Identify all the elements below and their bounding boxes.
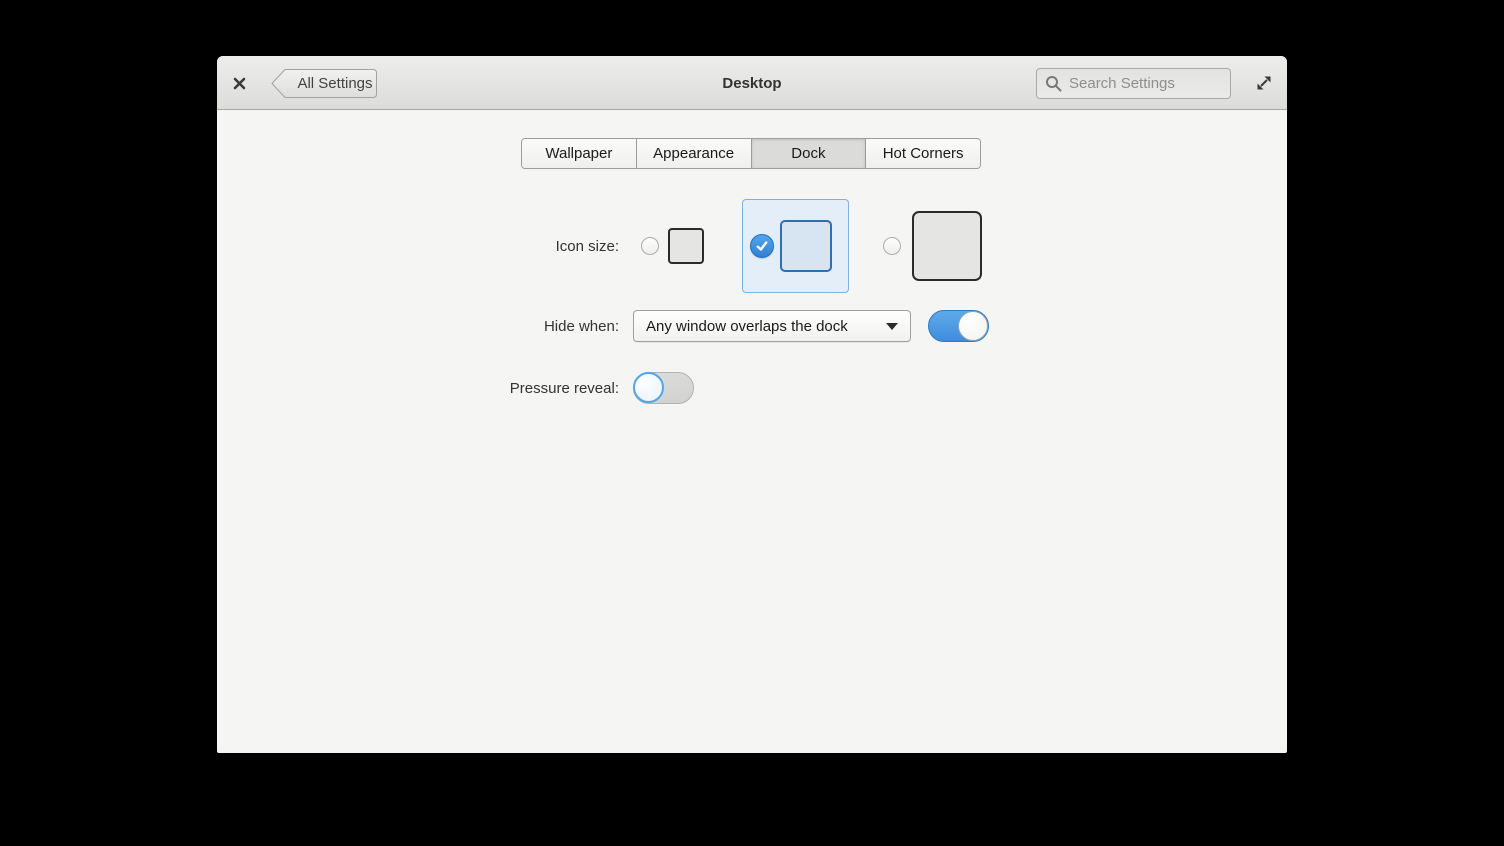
icon-size-large-radio[interactable]: [883, 237, 901, 255]
tab-bar: Wallpaper Appearance Dock Hot Corners: [521, 138, 981, 169]
tab-hot-corners[interactable]: Hot Corners: [866, 139, 980, 168]
settings-window: All Settings Desktop Wallpaper Appearanc…: [217, 56, 1287, 753]
pressure-reveal-label: Pressure reveal:: [419, 380, 619, 397]
toggle-knob: [633, 372, 664, 403]
icon-size-small-preview[interactable]: [668, 228, 704, 264]
hide-when-dropdown[interactable]: Any window overlaps the dock: [633, 310, 911, 342]
tab-wallpaper[interactable]: Wallpaper: [522, 139, 637, 168]
expand-icon: [1255, 74, 1273, 92]
hide-when-label: Hide when:: [419, 318, 619, 335]
search-input[interactable]: [1069, 75, 1222, 92]
search-field[interactable]: [1036, 68, 1231, 99]
hide-when-toggle-on[interactable]: [928, 310, 989, 342]
icon-size-label: Icon size:: [419, 238, 619, 255]
icon-size-large-preview[interactable]: [912, 211, 982, 281]
chevron-down-icon: [886, 323, 898, 330]
toggle-knob: [958, 311, 988, 341]
check-icon: [755, 239, 769, 253]
tab-dock[interactable]: Dock: [752, 139, 867, 168]
pressure-reveal-toggle-off[interactable]: [633, 372, 694, 404]
search-icon: [1045, 75, 1062, 92]
back-button-label: All Settings: [293, 68, 377, 98]
all-settings-back-button[interactable]: All Settings: [271, 68, 378, 99]
icon-size-small-radio[interactable]: [641, 237, 659, 255]
hide-when-selected-value: Any window overlaps the dock: [646, 318, 886, 335]
icon-size-medium-preview[interactable]: [780, 220, 832, 272]
icon-size-medium-radio-checked[interactable]: [750, 234, 774, 258]
tab-appearance[interactable]: Appearance: [637, 139, 752, 168]
close-button[interactable]: [229, 73, 249, 93]
maximize-button[interactable]: [1254, 73, 1274, 93]
close-icon: [233, 77, 246, 90]
headerbar: All Settings Desktop: [217, 56, 1287, 110]
